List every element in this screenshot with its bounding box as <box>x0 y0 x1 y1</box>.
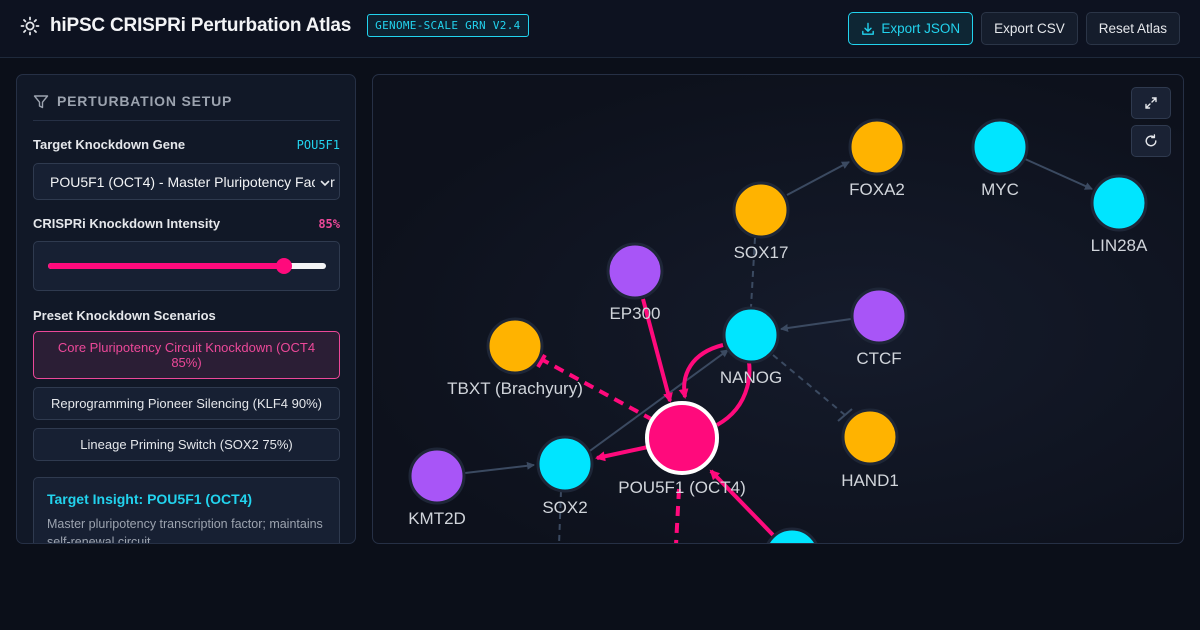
edge-pou5f1-sox2 <box>595 445 649 462</box>
panel-header: PERTURBATION SETUP <box>33 93 340 121</box>
target-gene-select[interactable]: POU5F1 (OCT4) - Master Pluripotency Fact… <box>33 163 340 200</box>
panel-title: PERTURBATION SETUP <box>57 93 233 109</box>
slider-fill <box>48 263 285 269</box>
label-ctcf: CTCF <box>856 349 901 368</box>
preset-core-pluripotency[interactable]: Core Pluripotency Circuit Knockdown (OCT… <box>33 331 340 379</box>
node-ep300[interactable] <box>606 242 664 300</box>
chevron-down-icon <box>315 176 331 192</box>
filter-icon <box>33 95 49 109</box>
edge-nanog-pou5f1 <box>678 343 724 399</box>
presets-label: Preset Knockdown Scenarios <box>33 308 216 323</box>
perturbation-setup-panel: PERTURBATION SETUP Target Knockdown Gene… <box>16 74 356 544</box>
node-nanog[interactable] <box>722 306 780 364</box>
label-lin28a: LIN28A <box>1091 236 1148 255</box>
node-pou5f1-target[interactable] <box>645 401 719 475</box>
slider-thumb[interactable] <box>276 258 293 274</box>
edge-ctcf-nanog <box>780 318 852 332</box>
edge-kmt2d-sox2 <box>464 461 535 474</box>
relayout-button[interactable] <box>1131 125 1171 157</box>
label-kmt2d: KMT2D <box>408 509 466 528</box>
label-sox2: SOX2 <box>542 498 587 517</box>
label-tbxt: TBXT (Brachyury) <box>447 379 583 398</box>
export-json-button[interactable]: Export JSON <box>848 12 974 45</box>
grn-graph: FOXA2 MYC LIN28A SOX17 EP300 CTCF TBXT (… <box>408 118 1148 544</box>
top-bar: hiPSC CRISPRi Perturbation Atlas GENOME-… <box>0 0 1200 58</box>
node-lin28a[interactable] <box>1090 174 1148 232</box>
edge-nanog-hand1 <box>772 354 846 416</box>
app-title: hiPSC CRISPRi Perturbation Atlas <box>50 14 352 36</box>
preset-reprogramming-pioneer[interactable]: Reprogramming Pioneer Silencing (KLF4 90… <box>33 387 340 420</box>
target-label: Target Knockdown Gene <box>33 137 186 152</box>
intensity-slider[interactable] <box>48 258 326 274</box>
export-json-label: Export JSON <box>881 21 961 36</box>
label-nanog: NANOG <box>720 368 782 387</box>
label-ep300: EP300 <box>609 304 660 323</box>
target-gene-select-value: POU5F1 (OCT4) - Master Pluripotency Fact… <box>50 173 335 190</box>
node-kmt2d[interactable] <box>408 447 466 505</box>
edge-sox17-foxa2 <box>786 161 850 196</box>
label-myc: MYC <box>981 180 1019 199</box>
node-foxa2[interactable] <box>848 118 906 176</box>
target-row: Target Knockdown Gene POU5F1 <box>33 137 340 152</box>
node-sox17[interactable] <box>732 181 790 239</box>
sun-icon <box>20 16 40 35</box>
node-myc[interactable] <box>971 118 1029 176</box>
intensity-value: 85% <box>318 216 340 231</box>
node-sox2[interactable] <box>536 435 594 493</box>
intensity-label: CRISPRi Knockdown Intensity <box>33 216 221 231</box>
label-pou5f1: POU5F1 (OCT4) <box>618 478 746 497</box>
node-klf4[interactable] <box>765 527 819 544</box>
preset-lineage-priming[interactable]: Lineage Priming Switch (SOX2 75%) <box>33 428 340 461</box>
refresh-icon <box>1145 134 1157 147</box>
intensity-slider-box <box>33 241 340 291</box>
node-ctcf[interactable] <box>850 287 908 345</box>
edge-pou5f1-down <box>674 488 681 543</box>
presets-row: Preset Knockdown Scenarios <box>33 308 340 323</box>
brand: hiPSC CRISPRi Perturbation Atlas GENOME-… <box>20 14 529 37</box>
version-badge: GENOME-SCALE GRN V2.4 <box>367 14 529 37</box>
header-actions: Export JSON Export CSV Reset Atlas <box>848 12 1180 45</box>
node-tbxt[interactable] <box>486 317 544 375</box>
label-foxa2: FOXA2 <box>849 180 905 199</box>
reset-atlas-button[interactable]: Reset Atlas <box>1085 12 1180 45</box>
network-canvas[interactable]: FOXA2 MYC LIN28A SOX17 EP300 CTCF TBXT (… <box>372 74 1184 544</box>
label-sox17: SOX17 <box>734 243 789 262</box>
insight-text: Master pluripotency transcription factor… <box>47 517 323 544</box>
intensity-row: CRISPRi Knockdown Intensity 85% <box>33 216 340 231</box>
edge-myc-lin28a <box>1024 158 1093 190</box>
target-value: POU5F1 <box>296 137 340 152</box>
export-csv-button[interactable]: Export CSV <box>981 12 1078 45</box>
target-insight-card: Target Insight: POU5F1 (OCT4) Master plu… <box>33 477 340 544</box>
download-icon <box>862 22 875 35</box>
expand-icon <box>1145 97 1157 109</box>
fullscreen-button[interactable] <box>1131 87 1171 119</box>
label-hand1: HAND1 <box>841 471 899 490</box>
insight-title: Target Insight: POU5F1 (OCT4) <box>47 491 253 507</box>
node-hand1[interactable] <box>841 408 899 466</box>
